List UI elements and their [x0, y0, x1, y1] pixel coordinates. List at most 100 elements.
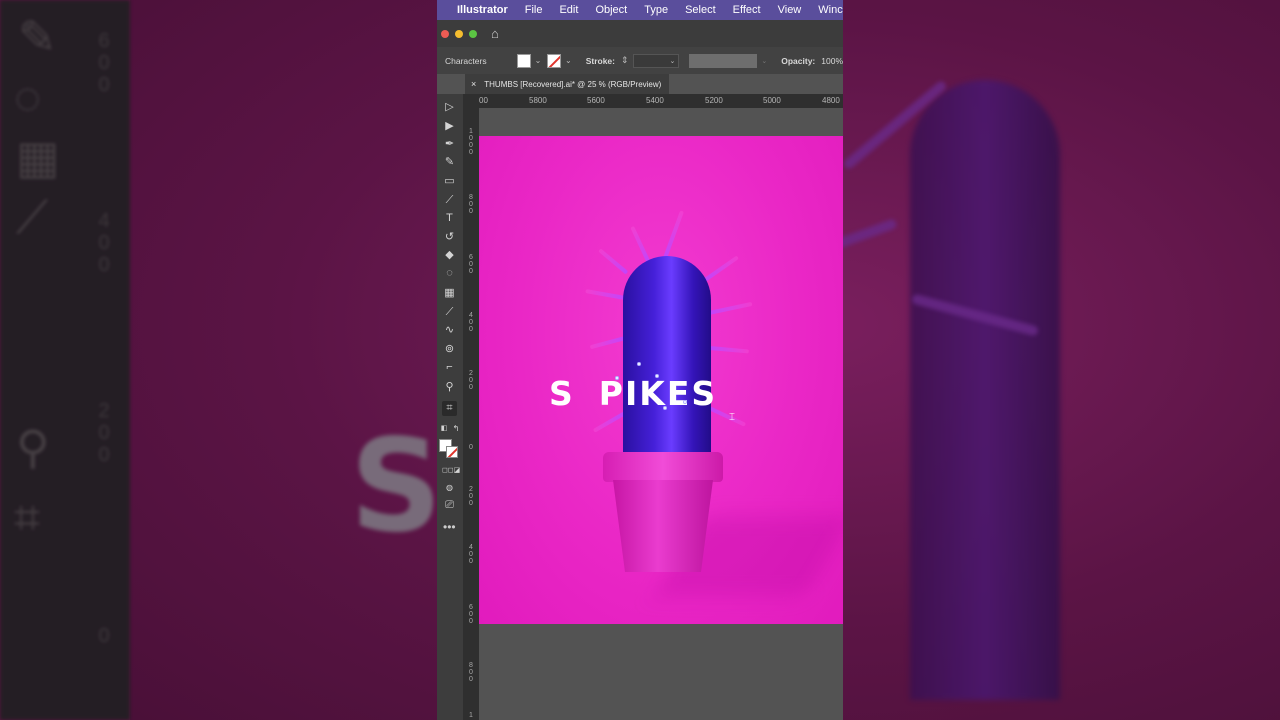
cactus-spike [589, 336, 626, 350]
ruler-label: 5400 [646, 96, 664, 105]
ruler-label: 4 0 0 [469, 544, 473, 565]
eraser-tool-icon[interactable]: ◆ [442, 248, 457, 263]
ruler-label: 2 0 0 [469, 370, 473, 391]
horizontal-ruler: 00 5800 5600 5400 5200 5000 4800 [479, 94, 843, 108]
opacity-input[interactable]: 100% [821, 56, 843, 66]
paintbrush-tool-icon[interactable]: ⟋ [442, 193, 457, 208]
selection-handle[interactable] [615, 376, 619, 380]
ruler-label: 4 0 0 [469, 312, 473, 333]
home-icon[interactable]: ⌂ [491, 26, 499, 41]
headline-text[interactable]: S PIKES [549, 374, 717, 413]
stroke-label: Stroke: [585, 55, 615, 66]
screen-mode-icon[interactable]: ⎚ [442, 498, 457, 513]
pot-rim [603, 452, 723, 482]
selection-handle[interactable] [683, 400, 687, 404]
cactus-spike [703, 255, 739, 282]
close-window-button[interactable] [441, 29, 449, 38]
swap-colors-icon[interactable]: ↰ [451, 421, 461, 436]
opacity-label: Opacity: [781, 55, 816, 66]
menu-object[interactable]: Object [595, 4, 627, 16]
menu-view[interactable]: View [778, 4, 802, 16]
menu-app-name[interactable]: Illustrator [457, 4, 508, 16]
ruler-label: 6 0 0 [469, 604, 473, 625]
ruler-label: 2 0 0 [469, 486, 473, 507]
variable-width-profile[interactable] [689, 53, 758, 68]
blurred-toolbar: ✎ ◌ ▦ ⟋ ⚲ ⌗ 6 0 0 4 0 0 2 0 0 0 [0, 0, 130, 720]
cactus-spike [663, 210, 684, 259]
ruler-label: 6 0 0 [469, 254, 473, 275]
rectangle-tool-icon[interactable]: ▭ [442, 174, 457, 189]
eyedropper-tool-icon[interactable]: ⟋ [442, 305, 457, 320]
ruler-label: 1 [469, 712, 473, 719]
ruler-label: 5600 [587, 96, 605, 105]
default-colors-icon[interactable]: ◧ [439, 421, 449, 436]
lasso-tool-icon[interactable]: ◌ [442, 266, 457, 281]
menu-effect[interactable]: Effect [733, 4, 761, 16]
close-icon[interactable]: × [471, 79, 476, 89]
chevron-down-icon[interactable]: ⌄ [761, 57, 767, 65]
ruler-label: 00 [479, 96, 488, 105]
curvature-tool-icon[interactable]: ✎ [442, 155, 457, 170]
pen-tool-icon[interactable]: ✒ [442, 137, 457, 152]
lasso-icon: ◌ [14, 71, 42, 123]
ruler-label: 5200 [705, 96, 723, 105]
color-mode-icon[interactable]: ◻◻◪ [442, 463, 460, 478]
menu-window[interactable]: Winc [818, 4, 842, 16]
cactus-spike [592, 411, 626, 433]
headline-letter-s[interactable]: S [549, 374, 575, 413]
menu-edit[interactable]: Edit [559, 4, 578, 16]
ruler-label: 5800 [529, 96, 547, 105]
menu-bar: Illustrator File Edit Object Type Select… [437, 0, 843, 20]
document-tab-title: THUMBS [Recovered].ai* @ 25 % (RGB/Previ… [484, 79, 662, 89]
menu-select[interactable]: Select [685, 4, 716, 16]
tools-panel: ▷ ▶ ✒ ✎ ▭ ⟋ T ↺ ◆ ◌ ▦ ⟋ ∿ ⊚ ⌐ ⚲ ⌗ ◧ ↰ ◻◻… [437, 94, 463, 720]
blend-tool-icon[interactable]: ∿ [442, 323, 457, 338]
stroke-weight-stepper[interactable]: ⇕ [621, 55, 629, 66]
window-title-bar: ⌂ [437, 20, 843, 47]
fill-color-swatch[interactable] [516, 53, 531, 68]
selection-handle[interactable] [637, 362, 641, 366]
document-tab[interactable]: × THUMBS [Recovered].ai* @ 25 % (RGB/Pre… [465, 74, 670, 94]
artboard-canvas[interactable]: S PIKES ⌶ [479, 136, 843, 624]
cactus-spike [630, 225, 651, 264]
free-transform-tool-icon[interactable]: ⌗ [442, 401, 457, 416]
chevron-down-icon[interactable]: ⌄ [535, 56, 542, 65]
menu-file[interactable]: File [525, 4, 543, 16]
shape-builder-tool-icon[interactable]: ⊚ [442, 342, 457, 357]
ruler-label: 5000 [763, 96, 781, 105]
rotate-tool-icon[interactable]: ↺ [442, 230, 457, 245]
pot-body [613, 480, 713, 572]
eyedropper-icon: ⟋ [16, 191, 49, 243]
ghost-ruler-number: 6 0 0 [98, 30, 110, 96]
gradient-icon: ▦ [16, 131, 60, 183]
crop-tool-icon[interactable]: ⌐ [442, 360, 457, 375]
context-label: Characters [445, 55, 487, 66]
direct-selection-tool-icon[interactable]: ▶ [442, 119, 457, 134]
blurred-cactus [910, 80, 1060, 700]
ruler-label: 8 0 0 [469, 194, 473, 215]
selection-handle[interactable] [655, 374, 659, 378]
selection-tool-icon[interactable]: ▷ [442, 100, 457, 115]
illustrator-window: Illustrator File Edit Object Type Select… [437, 0, 843, 720]
zoom-tool-icon[interactable]: ⚲ [442, 380, 457, 395]
ruler-label: 1 0 0 0 [469, 128, 473, 156]
minimize-window-button[interactable] [455, 29, 463, 38]
stroke-color-swatch[interactable] [547, 53, 561, 68]
stroke-weight-dropdown[interactable]: ⌄ [632, 53, 680, 68]
stroke-swatch[interactable] [446, 446, 458, 458]
draw-mode-icon[interactable]: ◍ [442, 480, 457, 495]
menu-type[interactable]: Type [644, 4, 668, 16]
vertical-ruler: 1 0 0 0 8 0 0 6 0 0 4 0 0 2 0 0 0 2 0 0 … [463, 94, 479, 720]
gradient-tool-icon[interactable]: ▦ [442, 286, 457, 301]
chevron-down-icon[interactable]: ⌄ [565, 56, 572, 65]
cactus-spike [708, 301, 753, 315]
document-tab-bar: × THUMBS [Recovered].ai* @ 25 % (RGB/Pre… [465, 74, 843, 94]
more-tools-icon[interactable]: ••• [443, 520, 456, 534]
ruler-label: 8 0 0 [469, 662, 473, 683]
type-cursor-icon: ⌶ [729, 412, 735, 423]
type-tool-icon[interactable]: T [442, 211, 457, 226]
control-bar: Characters ⌄ ⌄ Stroke: ⇕ ⌄ ⌄ Opacity: 10… [437, 47, 843, 74]
zoom-window-button[interactable] [469, 29, 477, 38]
ghost-ruler-number: 2 0 0 [98, 400, 110, 466]
selection-handle[interactable] [663, 406, 667, 410]
